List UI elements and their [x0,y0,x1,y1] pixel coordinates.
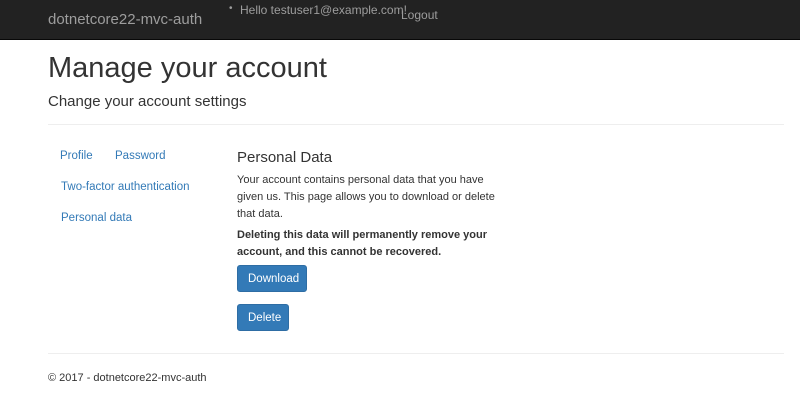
footer-divider [48,353,784,354]
nav-profile-link[interactable]: Profile [60,150,93,162]
delete-warning: Deleting this data will permanently remo… [237,229,488,258]
footer-text: © 2017 - dotnetcore22-mvc-auth [48,372,207,384]
nav-password-link[interactable]: Password [115,150,166,162]
user-greeting-link[interactable]: Hello testuser1@example.com! [240,3,407,17]
header-divider [48,124,784,125]
navbar: dotnetcore22-mvc-auth • Hello testuser1@… [0,0,800,40]
brand-link[interactable]: dotnetcore22-mvc-auth [48,11,202,28]
section-title: Personal Data [237,149,333,166]
nav-personal-data-link[interactable]: Personal data [61,212,132,224]
page-subtitle: Change your account settings [48,93,247,110]
download-button[interactable]: Download [237,265,307,292]
logout-button[interactable]: Logout [401,8,438,22]
nav-bullet-icon: • [229,3,233,14]
delete-button[interactable]: Delete [237,304,289,331]
section-description: Your account contains personal data that… [237,174,495,220]
nav-two-factor-link[interactable]: Two-factor authentication [61,181,190,193]
page-title: Manage your account [48,52,327,84]
